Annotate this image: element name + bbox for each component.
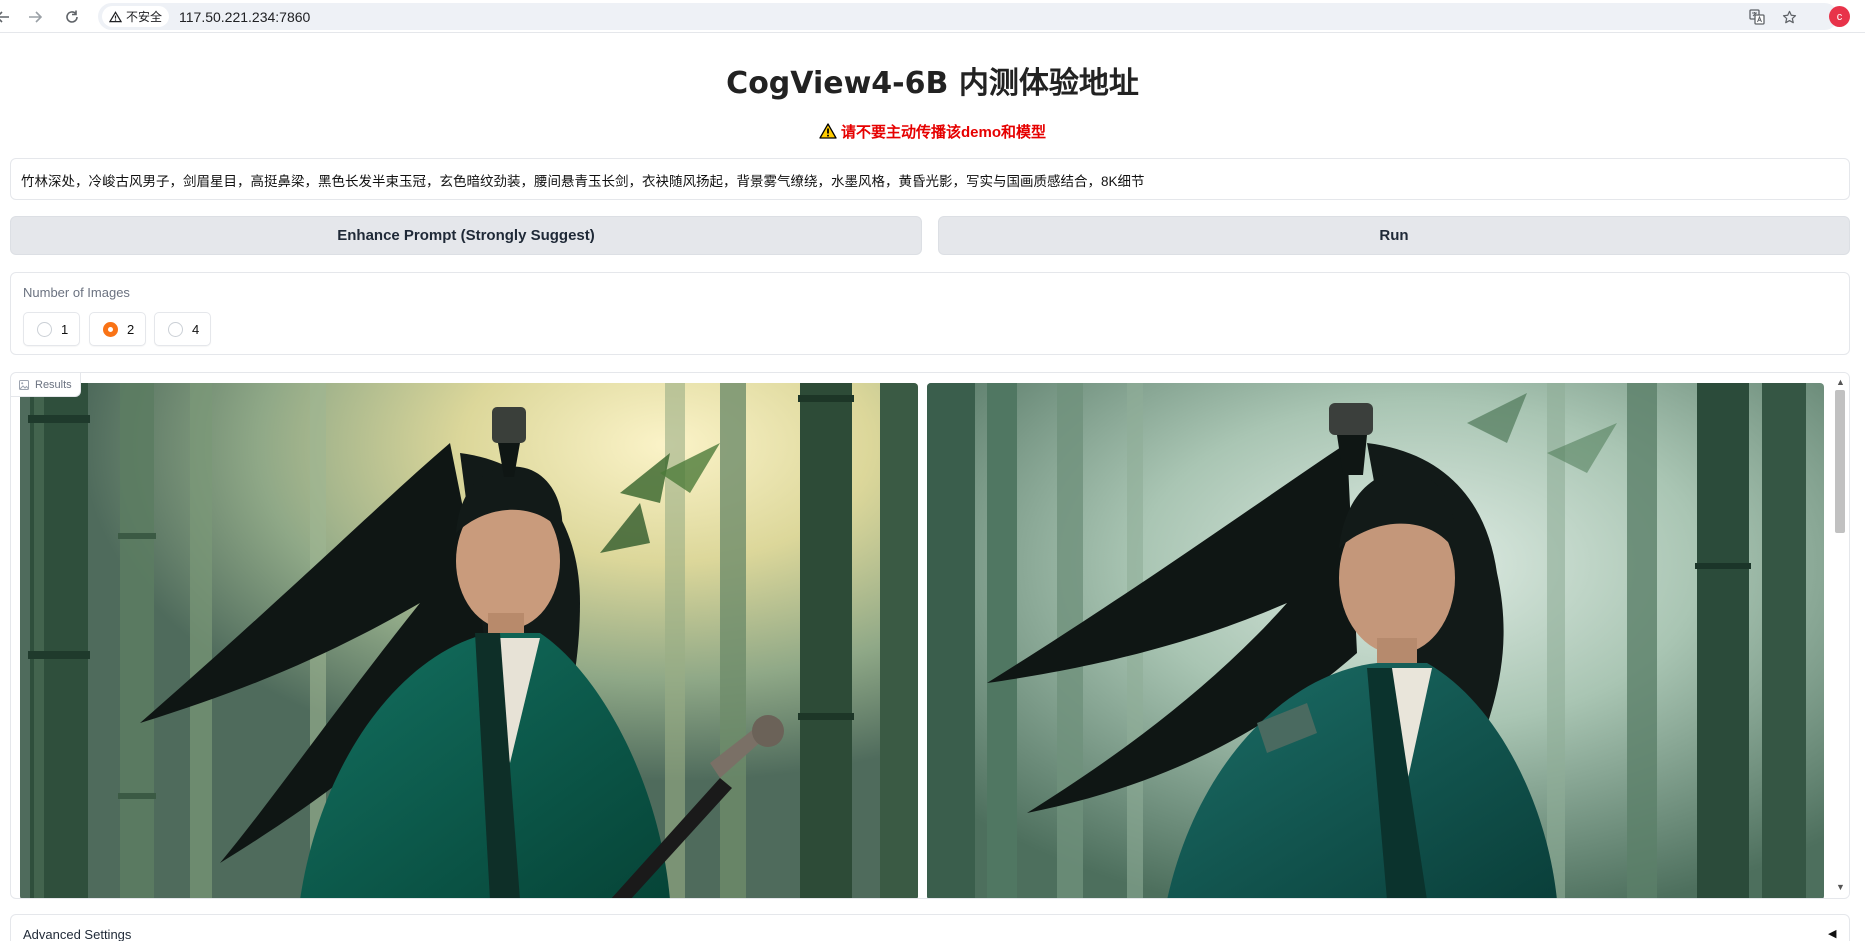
radio-option-4[interactable]: 4 (154, 312, 211, 346)
caret-left-icon[interactable]: ◀ (1828, 927, 1836, 940)
translate-icon[interactable] (1746, 6, 1768, 28)
prompt-input[interactable]: 竹林深处，冷峻古风男子，剑眉星目，高挺鼻梁，黑色长发半束玉冠，玄色暗纹劲装，腰间… (10, 158, 1850, 200)
forward-icon[interactable] (22, 4, 48, 30)
radio-option-2[interactable]: 2 (89, 312, 146, 346)
scroll-down-arrow-icon[interactable]: ▼ (1836, 882, 1845, 892)
page-title: CogView4-6B 内测体验地址 (726, 66, 1139, 101)
security-label: 不安全 (126, 10, 163, 24)
radio-option-label: 4 (192, 321, 200, 337)
advanced-settings-label: Advanced Settings (23, 927, 132, 941)
result-image-1[interactable] (20, 383, 918, 898)
results-label: Results (35, 378, 72, 391)
url-text[interactable]: 117.50.221.234:7860 (179, 9, 310, 25)
enhance-prompt-button[interactable]: Enhance Prompt (Strongly Suggest) (10, 216, 922, 255)
number-of-images-panel: Number of Images 1 2 4 (10, 272, 1850, 355)
warning-triangle-icon (819, 123, 837, 139)
run-label: Run (1379, 227, 1409, 244)
radio-circle-selected[interactable] (103, 321, 118, 337)
advanced-settings-accordion[interactable]: Advanced Settings ◀ (10, 914, 1850, 941)
run-button[interactable]: Run (938, 216, 1850, 255)
results-label-chip: Results (11, 373, 81, 397)
radio-circle[interactable] (37, 321, 52, 337)
scroll-up-arrow-icon[interactable]: ▲ (1836, 377, 1845, 387)
browser-toolbar: 不安全 117.50.221.234:7860 c (0, 0, 1865, 33)
result-image-2[interactable] (927, 383, 1824, 898)
scrollbar-thumb[interactable] (1835, 390, 1845, 533)
radio-circle[interactable] (168, 321, 183, 337)
address-bar[interactable]: 不安全 117.50.221.234:7860 (98, 3, 1838, 30)
number-of-images-label: Number of Images (23, 285, 130, 300)
enhance-prompt-label: Enhance Prompt (Strongly Suggest) (337, 227, 595, 244)
warning-triangle-icon (109, 10, 122, 22)
radio-option-label: 1 (61, 321, 69, 337)
back-icon[interactable] (0, 4, 16, 30)
reload-icon[interactable] (59, 4, 85, 30)
radio-option-1[interactable]: 1 (23, 312, 80, 346)
results-gallery: Results ▲ ▼ (10, 372, 1850, 899)
warning-text: 请不要主动传播该demo和模型 (840, 124, 1046, 141)
image-icon (19, 379, 29, 390)
profile-avatar[interactable]: c (1829, 6, 1850, 27)
star-icon[interactable] (1778, 6, 1800, 28)
radio-option-label: 2 (127, 321, 135, 337)
security-chip[interactable]: 不安全 (102, 6, 170, 27)
warning-banner: 请不要主动传播该demo和模型 (0, 121, 1865, 142)
